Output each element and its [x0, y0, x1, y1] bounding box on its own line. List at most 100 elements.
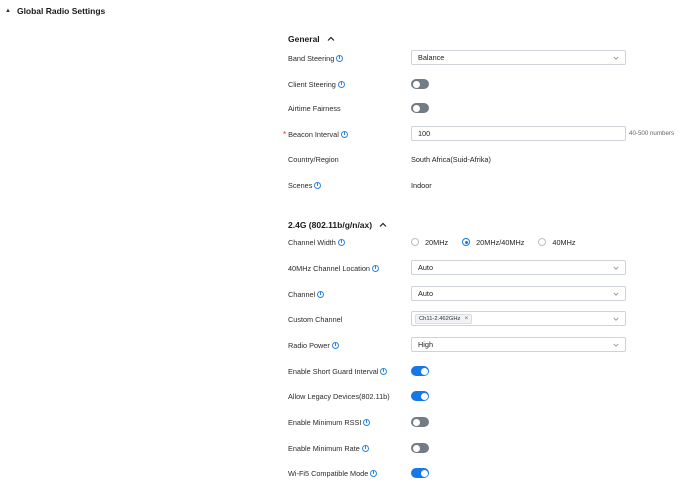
scenes-control: Indoor: [411, 176, 432, 194]
radio-power-row: Radio Power: [288, 336, 339, 354]
channel-width-control: 20MHz 20MHz/40MHz 40MHz: [411, 233, 590, 251]
client-steering-label: Client Steering: [288, 80, 345, 89]
info-icon[interactable]: [337, 238, 345, 246]
short-guard-toggle[interactable]: [411, 366, 429, 376]
channel-width-option-20[interactable]: 20MHz: [411, 238, 448, 247]
channel-width-option-20-40[interactable]: 20MHz/40MHz: [462, 238, 524, 247]
min-rssi-label: Enable Minimum RSSI: [288, 418, 371, 427]
channel-tag: Ch11-2.462GHz ×: [415, 313, 473, 324]
band-steering-control: Balance: [411, 50, 626, 65]
channel-location-select[interactable]: Auto: [411, 260, 626, 275]
channel-location-value: Auto: [418, 263, 434, 272]
legacy-devices-label: Allow Legacy Devices(802.11b): [288, 391, 390, 401]
beacon-interval-label: * Beacon Interval: [283, 130, 348, 139]
country-region-control: South Africa(Suid-Afrika): [411, 150, 491, 168]
collapse-caret-icon[interactable]: ▲: [5, 8, 11, 14]
channel-width-option-40[interactable]: 40MHz: [538, 238, 576, 247]
airtime-fairness-toggle[interactable]: [411, 103, 429, 113]
min-rate-toggle[interactable]: [411, 443, 429, 453]
channel-select[interactable]: Auto: [411, 286, 626, 301]
client-steering-row: Client Steering: [288, 75, 345, 93]
channel-width-row: Channel Width: [288, 233, 345, 251]
channel-row: Channel: [288, 285, 325, 303]
required-mark: *: [283, 129, 287, 139]
chevron-down-icon: [613, 317, 619, 321]
info-icon[interactable]: [363, 418, 371, 426]
custom-channel-control: Ch11-2.462GHz ×: [411, 311, 626, 326]
section-general-label: General: [288, 34, 320, 44]
custom-channel-select[interactable]: Ch11-2.462GHz ×: [411, 311, 626, 326]
scenes-label: Scenes: [288, 181, 322, 190]
info-icon[interactable]: [371, 264, 379, 272]
chevron-down-icon: [613, 292, 619, 296]
legacy-devices-control: [411, 391, 429, 401]
channel-location-control: Auto: [411, 260, 626, 275]
wifi5-compat-label: Wi-Fi5 Compatible Mode: [288, 469, 378, 478]
short-guard-control: [411, 366, 429, 376]
info-icon[interactable]: [380, 367, 388, 375]
band-steering-row: Band Steering: [288, 49, 344, 67]
wifi5-compat-row: Wi-Fi5 Compatible Mode: [288, 464, 378, 482]
legacy-devices-toggle[interactable]: [411, 391, 429, 401]
airtime-fairness-control: [411, 103, 429, 113]
airtime-fairness-row: Airtime Fairness: [288, 99, 341, 117]
chevron-up-icon[interactable]: [327, 35, 335, 43]
chevron-up-icon[interactable]: [379, 221, 387, 229]
chevron-down-icon: [613, 343, 619, 347]
beacon-interval-input[interactable]: 100: [411, 126, 626, 141]
legacy-devices-row: Allow Legacy Devices(802.11b): [288, 387, 390, 405]
channel-width-label: Channel Width: [288, 238, 345, 247]
channel-control: Auto: [411, 286, 626, 301]
min-rate-row: Enable Minimum Rate: [288, 439, 369, 457]
band-steering-label: Band Steering: [288, 54, 344, 63]
section-24g-label: 2.4G (802.11b/g/n/ax): [288, 220, 373, 230]
info-icon[interactable]: [361, 444, 369, 452]
client-steering-control: [411, 79, 429, 89]
section-general-title[interactable]: General: [288, 34, 335, 44]
beacon-interval-hint: 40-500 numbers: [629, 130, 675, 137]
band-steering-select[interactable]: Balance: [411, 50, 626, 65]
channel-location-row: 40MHz Channel Location: [288, 259, 379, 277]
channel-tag-label: Ch11-2.462GHz: [419, 315, 461, 322]
info-icon[interactable]: [337, 80, 345, 88]
country-region-value: South Africa(Suid-Afrika): [411, 154, 491, 164]
short-guard-label: Enable Short Guard Interval: [288, 367, 388, 376]
short-guard-row: Enable Short Guard Interval: [288, 362, 388, 380]
radio-power-value: High: [418, 340, 434, 349]
channel-location-label: 40MHz Channel Location: [288, 264, 379, 273]
info-icon[interactable]: [317, 290, 325, 298]
custom-channel-row: Custom Channel: [288, 310, 342, 328]
airtime-fairness-label: Airtime Fairness: [288, 103, 341, 113]
page-title: Global Radio Settings: [16, 6, 106, 16]
country-region-row: Country/Region: [288, 150, 339, 168]
scenes-row: Scenes: [288, 176, 322, 194]
min-rssi-toggle[interactable]: [411, 417, 429, 427]
beacon-interval-row: * Beacon Interval: [283, 125, 348, 143]
info-icon[interactable]: [331, 341, 339, 349]
info-icon[interactable]: [370, 469, 378, 477]
beacon-interval-control: 100 40-500 numbers: [411, 126, 674, 141]
radio-power-select[interactable]: High: [411, 337, 626, 352]
min-rssi-row: Enable Minimum RSSI: [288, 413, 371, 431]
min-rate-label: Enable Minimum Rate: [288, 444, 369, 453]
channel-value: Auto: [418, 289, 434, 298]
min-rssi-control: [411, 417, 429, 427]
global-radio-settings-header[interactable]: ▲ Global Radio Settings: [5, 4, 105, 18]
radio-power-control: High: [411, 337, 626, 352]
band-steering-value: Balance: [418, 53, 445, 62]
radio-power-label: Radio Power: [288, 341, 339, 350]
info-icon[interactable]: [336, 54, 344, 62]
custom-channel-label: Custom Channel: [288, 314, 343, 324]
client-steering-toggle[interactable]: [411, 79, 429, 89]
country-region-label: Country/Region: [288, 154, 339, 164]
channel-width-radio-group: 20MHz 20MHz/40MHz 40MHz: [411, 238, 590, 247]
channel-label: Channel: [288, 290, 325, 299]
scenes-value: Indoor: [411, 180, 432, 190]
info-icon[interactable]: [340, 130, 348, 138]
info-icon[interactable]: [314, 181, 322, 189]
wifi5-compat-toggle[interactable]: [411, 468, 429, 478]
wifi5-compat-control: [411, 468, 429, 478]
min-rate-control: [411, 443, 429, 453]
tag-remove-icon[interactable]: ×: [464, 315, 468, 322]
section-24g-title[interactable]: 2.4G (802.11b/g/n/ax): [288, 220, 387, 230]
